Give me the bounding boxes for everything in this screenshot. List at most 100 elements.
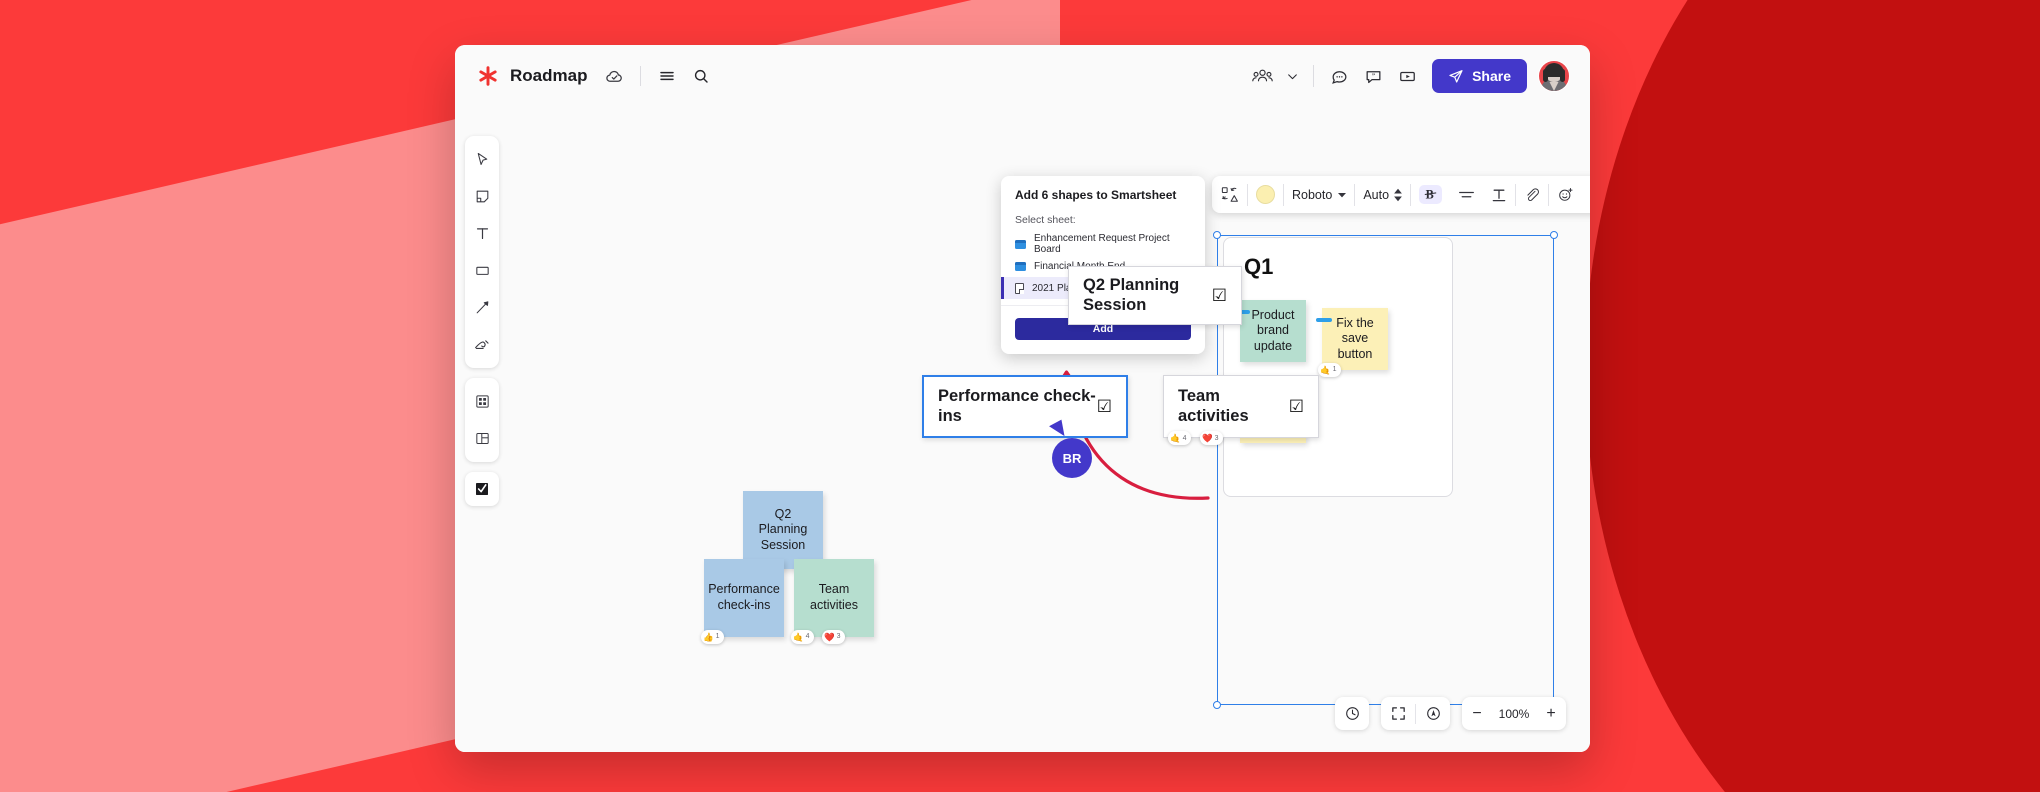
pen-tool[interactable] [465,326,499,363]
font-family-select[interactable]: Roboto [1284,176,1354,213]
task-card[interactable]: Team activities ☑ 🤙 4 ❤️ 3 [1163,375,1319,438]
clock-history-icon[interactable] [1335,697,1369,730]
reaction-badge[interactable]: ❤️ 3 [822,630,845,644]
avatar[interactable] [1538,60,1570,92]
bold-button[interactable]: B [1411,176,1450,213]
link-button[interactable] [1516,176,1548,213]
sheet-icon [1015,283,1024,294]
task-card-text: Team activities [1178,387,1289,425]
search-icon[interactable] [684,59,718,93]
font-family-label: Roboto [1292,188,1332,202]
reaction-emoji: 🤙 [1170,434,1181,443]
asterisk-logo-icon [477,65,499,87]
tool-group-primary [465,136,499,368]
task-card[interactable]: Q2 Planning Session ☑ [1068,266,1242,325]
history-control-group [1335,697,1369,730]
zoom-out-button[interactable]: − [1462,697,1492,730]
add-to-smartsheet-dialog: Add 6 shapes to Smartsheet Select sheet:… [1001,176,1205,354]
dialog-title: Add 6 shapes to Smartsheet [1001,188,1205,202]
dialog-subtitle: Select sheet: [1001,214,1205,226]
shape-tool[interactable] [465,252,499,289]
checkbox-checked-icon: ☑ [1097,398,1112,415]
comment-icon[interactable] [1322,59,1356,93]
color-swatch-icon [1256,185,1275,204]
sticky-note-text: Team activities [800,582,868,613]
task-card-selected[interactable]: Performance check-ins ☑ [922,375,1128,438]
remote-cursor-badge: BR [1052,438,1092,478]
sheet-option-label: Enhancement Request Project Board [1034,233,1191,255]
sticky-note[interactable]: Performance check-ins 👍 1 [704,559,784,637]
avatar-hair [1544,63,1564,77]
emoji-button[interactable] [1549,176,1582,213]
chevron-down-icon [1338,191,1346,199]
select-tool[interactable] [465,141,499,178]
fill-color-button[interactable] [1248,176,1283,213]
board-icon [1015,262,1026,271]
tag-button[interactable] [1582,176,1590,213]
cloud-check-icon[interactable] [597,59,631,93]
sticky-note[interactable]: Team activities 🤙 4 ❤️ 3 [794,559,874,637]
align-button[interactable] [1450,176,1483,213]
checkbox-checked-icon [473,480,491,498]
left-tool-rail [465,136,499,506]
sticky-note-text: Q2 Planning Session [749,507,817,554]
text-tool[interactable] [465,215,499,252]
share-button[interactable]: Share [1432,59,1527,93]
view-control-group [1381,697,1450,730]
chevron-down-icon[interactable] [1279,59,1305,93]
video-icon[interactable] [1390,59,1424,93]
grid-frame-tool[interactable] [465,383,499,420]
shape-swap-button[interactable] [1212,176,1247,213]
hamburger-menu-icon[interactable] [650,59,684,93]
compass-locate-icon[interactable] [1416,697,1450,730]
bold-b-icon: B [1424,187,1437,202]
vertical-align-button[interactable] [1483,176,1515,213]
board-title: Roadmap [510,66,587,86]
reaction-emoji: ❤️ [824,633,835,642]
vertical-align-top-icon [1491,187,1507,203]
app-header: Roadmap [455,45,1590,107]
format-toolbar: Roboto Auto B [1212,176,1590,213]
frame-selection-box[interactable] [1217,235,1554,705]
header-divider [640,66,641,86]
paper-plane-icon [1448,68,1464,84]
bottom-controls: − 100% + [1335,697,1566,730]
reaction-badge[interactable]: 🤙 4 [1168,431,1191,445]
reaction-count: 4 [1183,435,1187,442]
sticky-note[interactable]: Q2 Planning Session [743,491,823,569]
quote-comment-icon[interactable]: ” [1356,59,1390,93]
reaction-emoji: 🤙 [793,633,804,642]
reaction-count: 3 [1215,435,1219,442]
font-size-select[interactable]: Auto [1355,176,1410,213]
svg-text:”: ” [1371,72,1374,79]
font-size-label: Auto [1363,188,1389,202]
reaction-badge[interactable]: 👍 1 [701,630,724,644]
people-group-icon[interactable] [1245,59,1279,93]
sticky-note-tool[interactable] [465,178,499,215]
line-tool[interactable] [465,289,499,326]
task-card-text: Performance check-ins [938,387,1097,425]
zoom-in-button[interactable]: + [1536,697,1566,730]
header-vertical-separator [1313,65,1314,87]
reaction-badge[interactable]: 🤙 4 [791,630,814,644]
reaction-count: 3 [837,633,841,642]
align-center-icon [1458,188,1475,202]
header-left-group: Roadmap [455,59,718,93]
resize-handle-bottom-left[interactable] [1213,701,1221,709]
checkbox-checked-icon: ☑ [1289,398,1304,415]
zoom-control-group: − 100% + [1462,697,1566,730]
resize-handle-top-left[interactable] [1213,231,1221,239]
reaction-count: 1 [716,633,720,642]
reaction-count: 4 [806,633,810,642]
resize-handle-top-right[interactable] [1550,231,1558,239]
smartsheet-tool[interactable] [465,472,499,506]
share-button-label: Share [1472,68,1511,84]
link-paperclip-icon [1524,187,1540,203]
sheet-option-row[interactable]: Enhancement Request Project Board [1001,233,1205,255]
checkbox-checked-icon: ☑ [1212,287,1227,304]
tool-group-frames [465,378,499,462]
template-tool[interactable] [465,420,499,457]
fit-screen-icon[interactable] [1381,697,1415,730]
reaction-badge[interactable]: ❤️ 3 [1200,431,1223,445]
app-window: Roadmap [455,45,1590,752]
